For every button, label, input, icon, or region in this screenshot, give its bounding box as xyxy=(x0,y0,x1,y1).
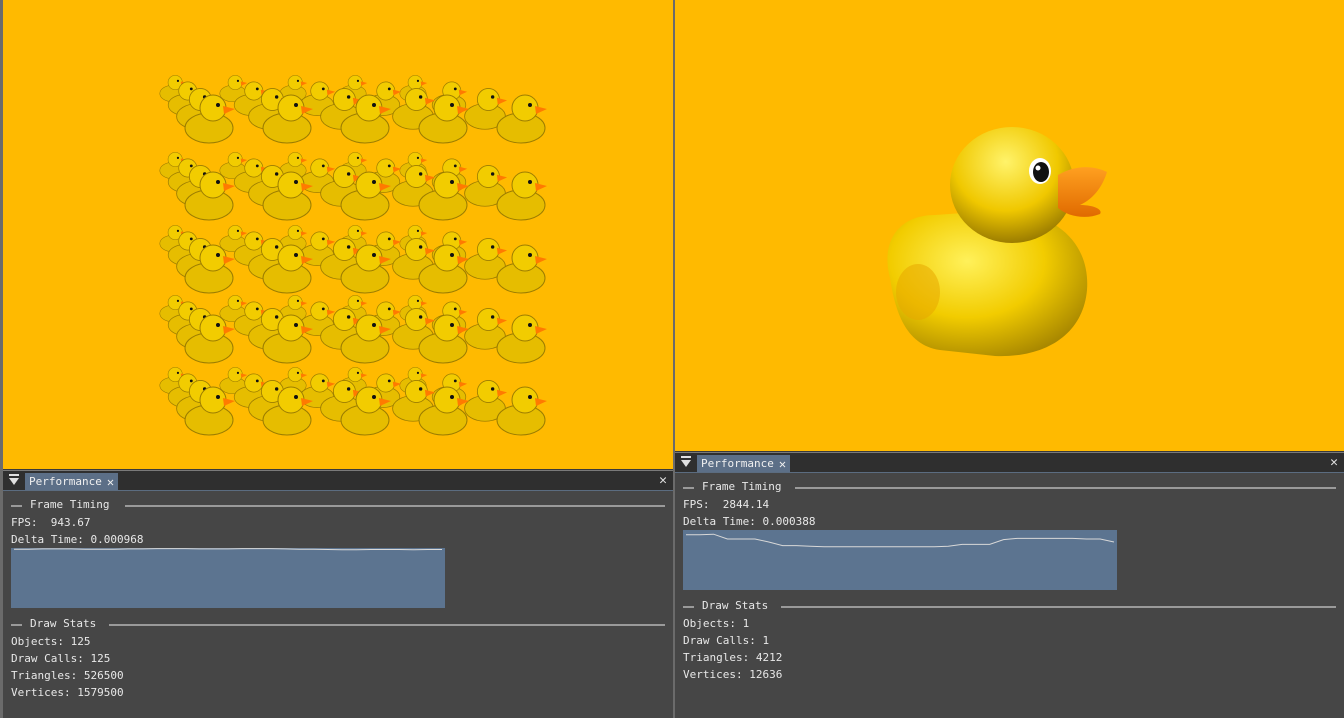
fps-label: FPS: xyxy=(683,498,710,511)
separator-rule xyxy=(781,606,1336,608)
objects-stat: Objects: 1 xyxy=(683,617,750,630)
duck-icon xyxy=(496,94,547,144)
panel-close-icon[interactable]: ✕ xyxy=(1330,455,1338,470)
duck-icon xyxy=(496,314,547,364)
vertices-stat: Vertices: 1579500 xyxy=(11,686,124,699)
separator-rule xyxy=(125,505,665,507)
render-viewport-single-duck[interactable] xyxy=(675,0,1344,451)
separator-rule xyxy=(795,487,1336,489)
fps-label: FPS: xyxy=(11,516,38,529)
frame-time-plot[interactable] xyxy=(11,548,445,608)
draw-calls-stat: Draw Calls: 125 xyxy=(11,652,111,665)
panel-menu-arrow-icon[interactable] xyxy=(681,456,691,468)
tab-close-icon[interactable]: ✕ xyxy=(779,458,786,470)
frame-time-plot[interactable] xyxy=(683,530,1117,590)
panel-tabbar: Performance ✕ ✕ xyxy=(675,453,1344,473)
performance-panel-left: Performance ✕ ✕ Frame Timing FPS: 943.67… xyxy=(3,470,673,718)
separator-lead xyxy=(683,606,694,608)
plot-line xyxy=(14,548,442,551)
tab-performance[interactable]: Performance ✕ xyxy=(697,455,791,472)
tab-label: Performance xyxy=(29,475,102,488)
duck-icon xyxy=(496,244,547,294)
separator-rule xyxy=(109,624,665,626)
delta-time-label: Delta Time: xyxy=(683,515,756,528)
duck-grid-scene xyxy=(159,75,547,436)
fps-value: 943.67 xyxy=(50,516,91,529)
objects-stat: Objects: 125 xyxy=(11,635,91,648)
performance-panel-right: Performance ✕ ✕ Frame Timing FPS: 2844.1… xyxy=(675,452,1344,718)
tab-close-icon[interactable]: ✕ xyxy=(107,476,114,488)
section-title: Frame Timing xyxy=(702,480,782,493)
frame-time-plot-line xyxy=(686,533,1115,548)
right-render-pane: Performance ✕ ✕ Frame Timing FPS: 2844.1… xyxy=(673,0,1344,718)
frame-timing-header: Frame Timing xyxy=(3,497,673,514)
rubber-duck-icon xyxy=(887,127,1107,357)
delta-time-value: 0.000968 xyxy=(90,533,144,546)
render-viewport-multi-duck[interactable] xyxy=(3,0,673,469)
panel-menu-arrow-icon[interactable] xyxy=(9,474,19,486)
triangles-stat: Triangles: 4212 xyxy=(683,651,783,664)
frame-timing-header: Frame Timing xyxy=(675,479,1344,496)
duck-icon xyxy=(496,171,547,221)
triangles-stat: Triangles: 526500 xyxy=(11,669,124,682)
draw-stats-header: Draw Stats xyxy=(675,598,1344,615)
section-title: Draw Stats xyxy=(30,617,97,630)
plot-line xyxy=(686,533,1115,548)
frame-time-plot-line xyxy=(14,548,442,551)
tab-performance[interactable]: Performance ✕ xyxy=(25,473,119,490)
separator-lead xyxy=(683,487,694,489)
section-title: Draw Stats xyxy=(702,599,769,612)
section-title: Frame Timing xyxy=(30,498,110,511)
draw-stats-header: Draw Stats xyxy=(3,616,673,633)
delta-time-readout: Delta Time: 0.000388 xyxy=(675,513,1344,530)
fps-readout: FPS: 943.67 xyxy=(3,514,673,531)
delta-time-readout: Delta Time: 0.000968 xyxy=(3,531,673,548)
delta-time-label: Delta Time: xyxy=(11,533,84,546)
vertices-stat: Vertices: 12636 xyxy=(683,668,783,681)
draw-calls-stat: Draw Calls: 1 xyxy=(683,634,770,647)
panel-close-icon[interactable]: ✕ xyxy=(659,473,667,488)
single-duck-scene xyxy=(887,127,1107,357)
panel-tabbar: Performance ✕ ✕ xyxy=(3,471,673,491)
separator-lead xyxy=(11,624,22,626)
left-render-pane: Performance ✕ ✕ Frame Timing FPS: 943.67… xyxy=(0,0,673,718)
fps-readout: FPS: 2844.14 xyxy=(675,496,1344,513)
delta-time-value: 0.000388 xyxy=(762,515,816,528)
separator-lead xyxy=(11,505,22,507)
fps-value: 2844.14 xyxy=(722,498,770,511)
duck-icon xyxy=(496,386,547,436)
tab-label: Performance xyxy=(701,457,774,470)
